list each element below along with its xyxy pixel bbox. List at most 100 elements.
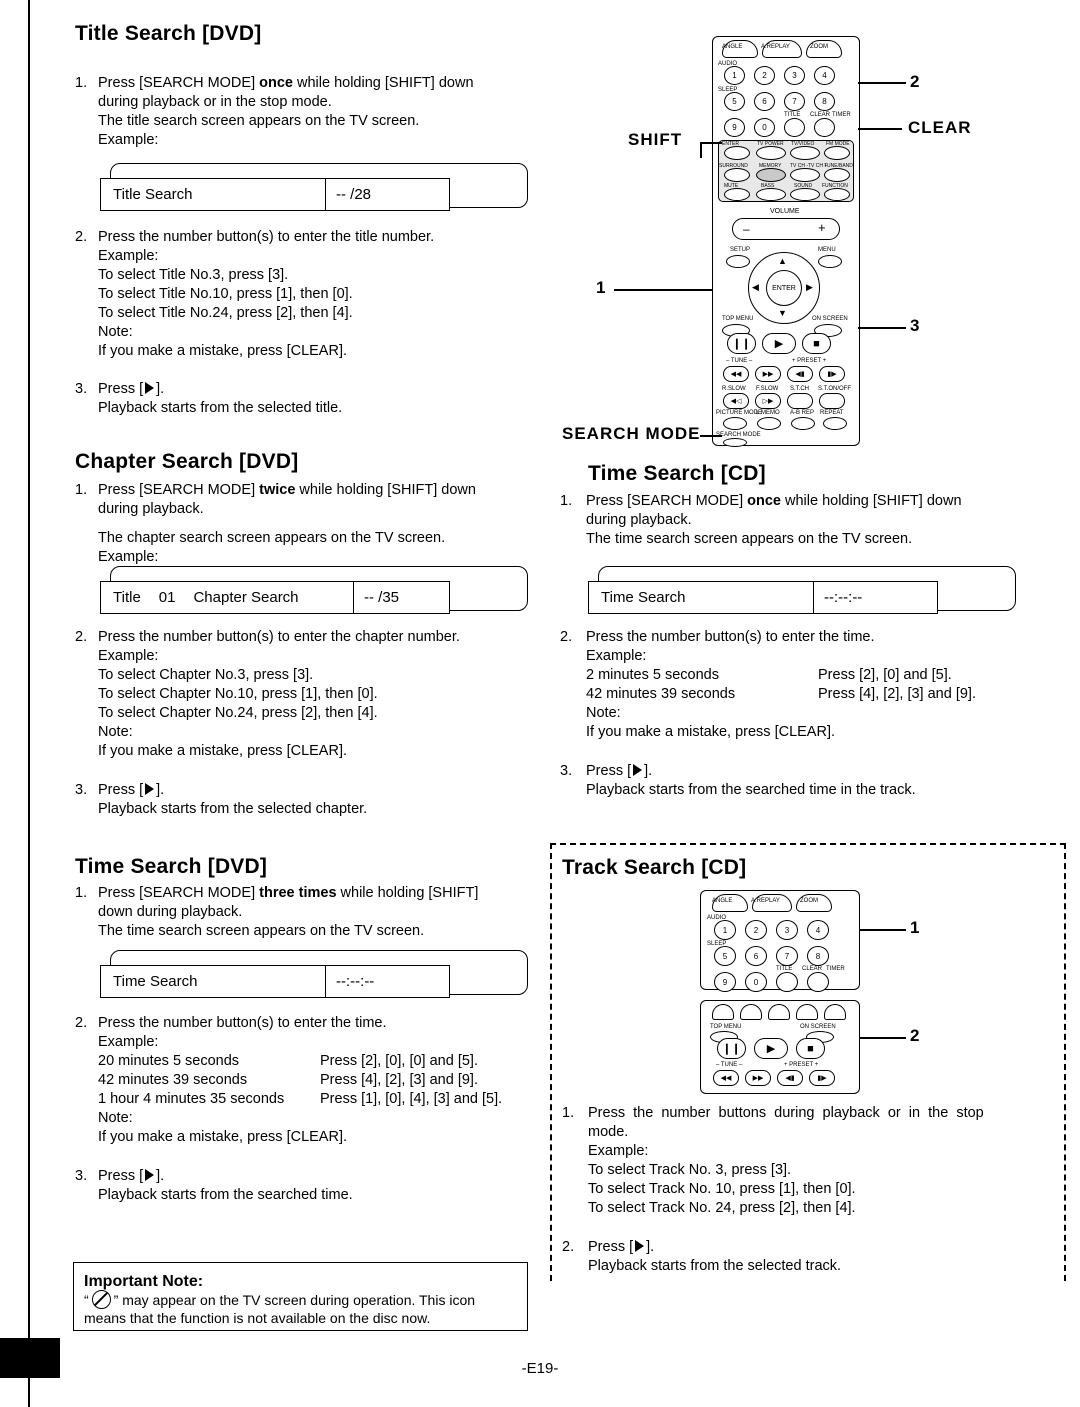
chapter-search-step2-line5: To select Chapter No.24, press [2], then… — [98, 705, 378, 721]
number-button-3[interactable]: 3 — [784, 66, 805, 85]
clear-button[interactable] — [784, 118, 805, 137]
number-button-1[interactable]: 1 — [724, 66, 745, 85]
time-search-dvd-step2-line2: Example: — [98, 1034, 159, 1050]
function-button[interactable] — [824, 188, 850, 201]
timer-button-b[interactable] — [807, 972, 829, 992]
fast-forward-button[interactable]: ▶▶ — [755, 366, 781, 382]
ab-rep-button[interactable] — [791, 417, 815, 430]
number-button-5[interactable]: 5 — [724, 92, 745, 111]
dpad-left-icon: ◀ — [752, 282, 759, 292]
text-fragment: Press [ — [586, 763, 632, 779]
prohibited-icon — [91, 1290, 111, 1309]
chapter-search-step1-line1: Press [SEARCH MODE] twice while holding … — [98, 481, 476, 500]
text-fragment: Press [SEARCH MODE] — [98, 482, 260, 498]
pause-button-2[interactable]: ❙❙ — [717, 1038, 746, 1059]
number-button-6[interactable]: 6 — [754, 92, 775, 111]
picture-mode-button[interactable] — [723, 417, 747, 430]
tv-power-button[interactable] — [756, 146, 786, 160]
chapter-search-step2-note: Note: — [98, 724, 133, 740]
text-emphasis: once — [259, 75, 293, 91]
r-slow-button[interactable]: ◀◁ — [723, 393, 749, 409]
rewind-button-2[interactable]: ◀◀ — [713, 1070, 739, 1086]
previous-button[interactable]: ◀▮ — [787, 366, 813, 382]
tv-video-button[interactable] — [790, 146, 820, 160]
chapter-search-step2-line3: To select Chapter No.3, press [3]. — [98, 667, 314, 683]
sound-button[interactable] — [790, 188, 820, 201]
number-button-8-b[interactable]: 8 — [807, 946, 829, 966]
play-icon — [633, 764, 643, 776]
play-icon — [145, 783, 155, 795]
tv-channel-button[interactable] — [790, 168, 820, 182]
osd-time-search-cd: Time Search --:--:-- — [588, 581, 938, 614]
st-onoff-button[interactable] — [819, 393, 845, 409]
osd-time-search-cd-value: --:--:-- — [813, 582, 937, 613]
right-arrow-button[interactable] — [768, 1004, 790, 1020]
enter-label: ENTER — [722, 141, 739, 147]
rewind-button[interactable]: ◀◀ — [723, 366, 749, 382]
step-number: 3. — [75, 1168, 88, 1184]
text-fragment: Press [ — [98, 381, 144, 397]
menu-button[interactable] — [818, 255, 842, 268]
number-button-2[interactable]: 2 — [754, 66, 775, 85]
memory-button[interactable] — [756, 168, 786, 182]
repeat-button[interactable] — [823, 417, 847, 430]
heading-time-search-dvd: Time Search [DVD] — [75, 855, 268, 878]
next-button[interactable]: ▮▶ — [819, 366, 845, 382]
number-button-8[interactable]: 8 — [814, 92, 835, 111]
number-button-6-b[interactable]: 6 — [745, 946, 767, 966]
pause-button[interactable]: ❙❙ — [727, 333, 756, 354]
number-button-9-b[interactable]: 9 — [714, 972, 736, 992]
tune-band-button[interactable] — [824, 168, 850, 182]
fast-forward-button-2[interactable]: ▶▶ — [745, 1070, 771, 1086]
surround-button[interactable] — [724, 168, 750, 182]
sound-label: SOUND — [794, 183, 813, 189]
bass-button[interactable] — [756, 188, 786, 201]
setup-button[interactable] — [726, 255, 750, 268]
number-button-7[interactable]: 7 — [784, 92, 805, 111]
l-memo-button[interactable] — [757, 417, 781, 430]
number-button-2-b[interactable]: 2 — [745, 920, 767, 940]
time-search-cd-example-1-right: Press [2], [0] and [5]. — [818, 667, 952, 683]
callout-clear-leader — [858, 128, 902, 130]
setup-label: SETUP — [730, 247, 751, 253]
f-slow-button[interactable]: ▷▶ — [755, 393, 781, 409]
previous-button-2[interactable]: ◀▮ — [777, 1070, 803, 1086]
text-emphasis: twice — [259, 482, 296, 498]
up-arrow-button[interactable] — [712, 1004, 734, 1020]
fm-mode-button[interactable] — [824, 146, 850, 160]
play-button[interactable]: ▶ — [762, 333, 796, 354]
number-button-4[interactable]: 4 — [814, 66, 835, 85]
title-search-step3-line2: Playback starts from the selected title. — [98, 400, 343, 416]
stop-button-2[interactable]: ■ — [796, 1038, 825, 1059]
dpad-right-icon: ▶ — [806, 282, 813, 292]
st-ch-button[interactable] — [787, 393, 813, 409]
number-button-1-b[interactable]: 1 — [714, 920, 736, 940]
timer-button[interactable] — [814, 118, 835, 137]
number-button-0[interactable]: 0 — [754, 118, 775, 137]
down-arrow-button[interactable] — [796, 1004, 818, 1020]
time-search-dvd-step3-line2: Playback starts from the searched time. — [98, 1187, 353, 1203]
play-button-2[interactable]: ▶ — [754, 1038, 788, 1059]
number-button-7-b[interactable]: 7 — [776, 946, 798, 966]
number-button-4-b[interactable]: 4 — [807, 920, 829, 940]
number-button-3-b[interactable]: 3 — [776, 920, 798, 940]
number-button-0-b[interactable]: 0 — [745, 972, 767, 992]
enter-button-b[interactable] — [824, 1004, 846, 1020]
number-button-9[interactable]: 9 — [724, 118, 745, 137]
search-mode-button[interactable] — [723, 438, 747, 447]
enter-center-button[interactable]: ENTER — [766, 270, 802, 306]
enter-button[interactable] — [724, 146, 750, 160]
volume-plus-label: + — [818, 220, 826, 235]
step-number: 3. — [75, 782, 88, 798]
manual-page: Title Search [DVD] 1. Press [SEARCH MODE… — [0, 0, 1080, 1407]
text-fragment: Press [ — [588, 1239, 634, 1255]
a-replay-label: A.REPLAY — [761, 44, 790, 50]
mute-button[interactable] — [724, 188, 750, 201]
stop-button[interactable]: ■ — [802, 333, 831, 354]
next-button-2[interactable]: ▮▶ — [809, 1070, 835, 1086]
track-search-step1-line2: mode. — [588, 1124, 629, 1140]
chapter-search-step1-line2: during playback. — [98, 501, 204, 517]
clear-button-b[interactable] — [776, 972, 798, 992]
number-button-5-b[interactable]: 5 — [714, 946, 736, 966]
left-arrow-button[interactable] — [740, 1004, 762, 1020]
